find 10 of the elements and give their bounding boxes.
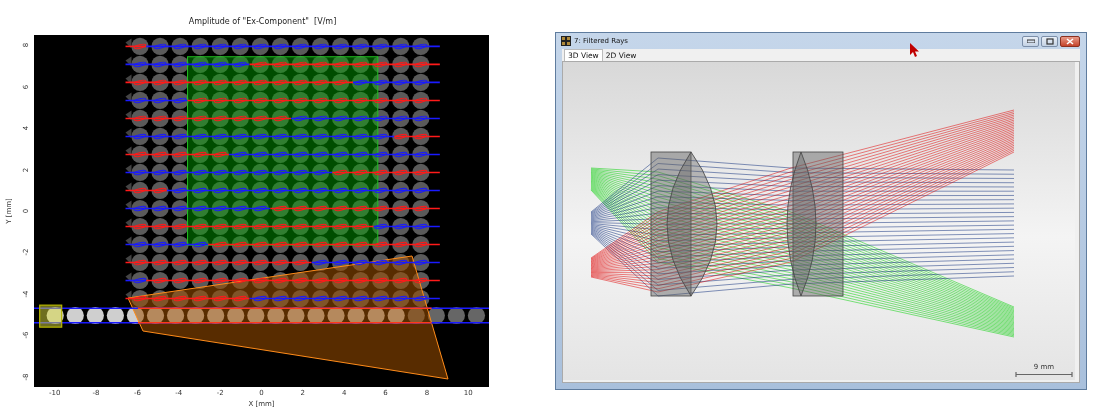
restore-icon <box>1045 37 1054 45</box>
close-icon <box>1066 37 1074 45</box>
maximize-button[interactable] <box>1041 35 1058 47</box>
close-button[interactable] <box>1060 35 1080 47</box>
plot-title: Amplitude of "Ex-Component" [V/m] <box>187 16 338 28</box>
minimize-icon <box>1026 39 1035 43</box>
cursor-icon <box>910 43 920 57</box>
minimize-button[interactable] <box>1022 35 1039 47</box>
scale-bar-icon <box>1015 372 1073 377</box>
app-icon <box>561 36 571 46</box>
